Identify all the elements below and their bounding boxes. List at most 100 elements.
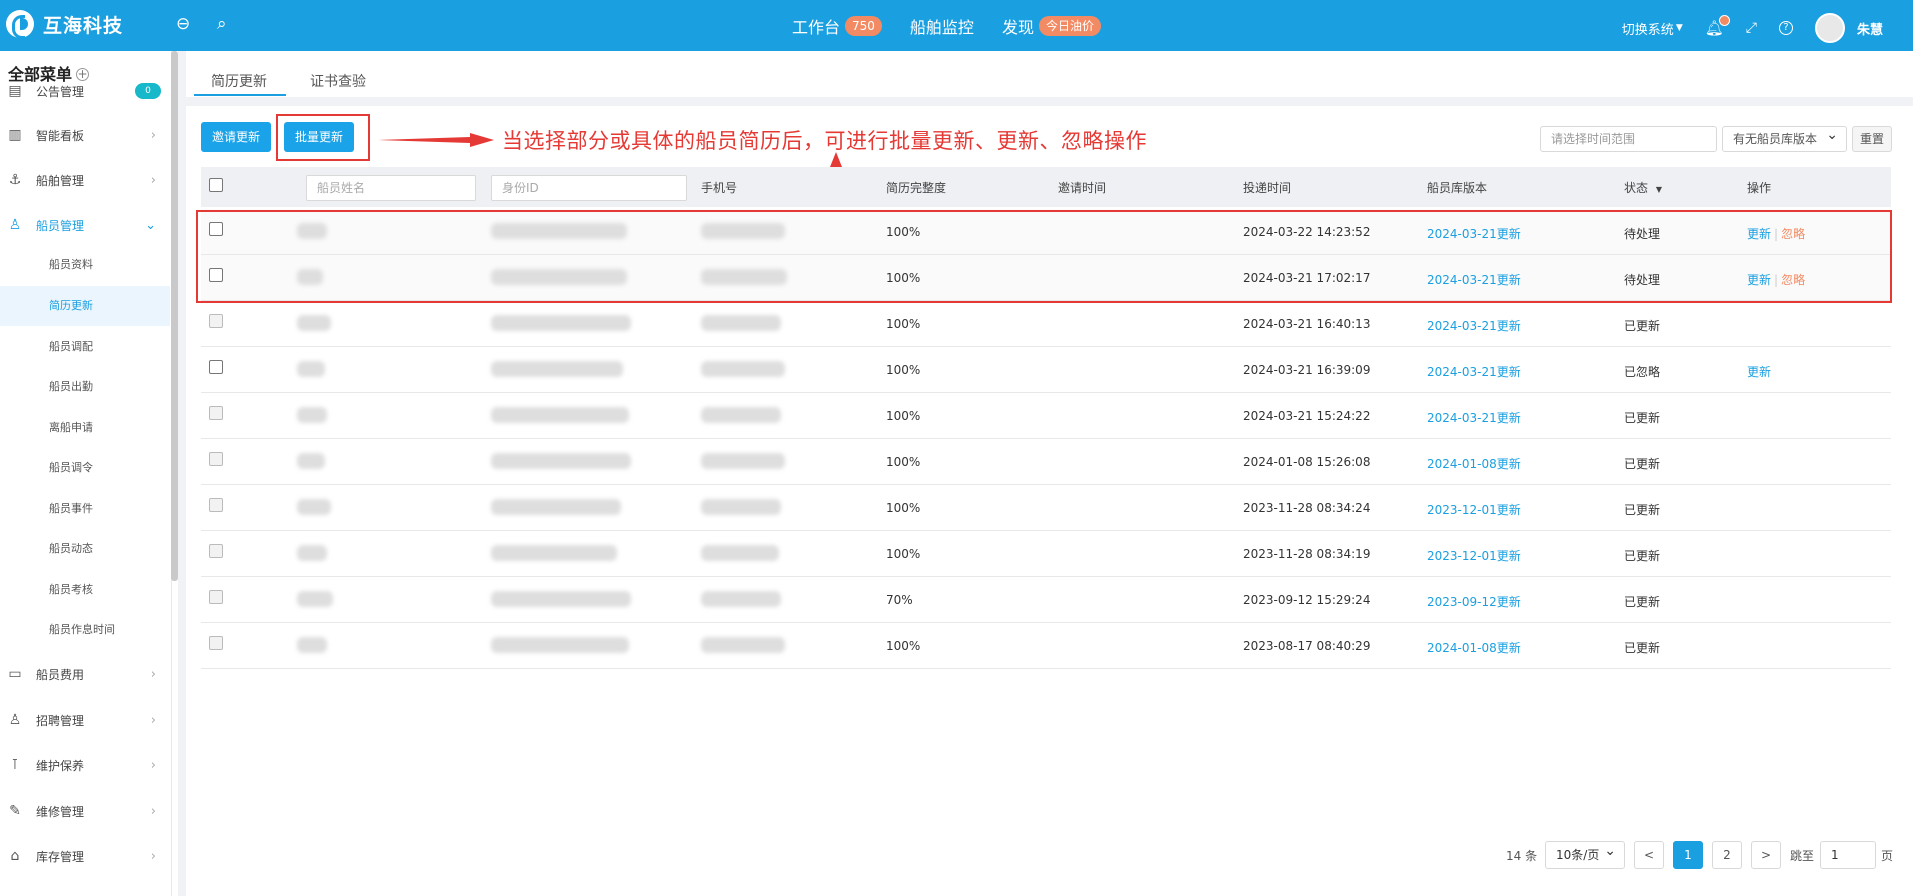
next-page-button[interactable]: > bbox=[1751, 841, 1781, 869]
version-cell[interactable]: 2024-03-21更新 bbox=[1427, 317, 1521, 334]
version-cell[interactable]: 2024-03-21更新 bbox=[1427, 363, 1521, 380]
sidebar-sub-crew-event[interactable]: 船员事件 bbox=[0, 489, 170, 529]
header-version: 船员库版本 bbox=[1427, 181, 1488, 195]
completeness-cell: 100% bbox=[886, 501, 921, 515]
announcement-count-badge: 0 bbox=[135, 83, 161, 99]
version-update-link[interactable]: 更新 bbox=[1497, 365, 1521, 379]
chevron-right-icon: › bbox=[150, 172, 156, 188]
row-checkbox[interactable] bbox=[209, 498, 223, 512]
version-update-link[interactable]: 更新 bbox=[1497, 411, 1521, 425]
version-update-link[interactable]: 更新 bbox=[1497, 319, 1521, 333]
row-checkbox[interactable] bbox=[209, 360, 223, 374]
sidebar-scrollbar[interactable] bbox=[171, 51, 178, 581]
phone-redacted bbox=[701, 637, 785, 653]
row-checkbox[interactable] bbox=[209, 544, 223, 558]
id-filter-input[interactable]: 身份ID bbox=[491, 175, 687, 201]
table-row[interactable]: 100% 2023-08-17 08:40:29 2024-01-08更新 已更新 bbox=[201, 623, 1891, 669]
version-cell[interactable]: 2024-01-08更新 bbox=[1427, 639, 1521, 656]
invite-update-button[interactable]: 邀请更新 bbox=[201, 122, 272, 152]
sidebar-sub-crew-schedule[interactable]: 船员作息时间 bbox=[0, 610, 170, 650]
completeness-cell: 100% bbox=[886, 547, 921, 561]
sidebar-item-dashboard[interactable]: ▥ 智能看板 › bbox=[0, 115, 170, 155]
sidebar-item-inventory[interactable]: ⌂ 库存管理 › bbox=[0, 836, 170, 876]
prev-page-button[interactable]: < bbox=[1634, 841, 1664, 869]
version-cell[interactable]: 2023-12-01更新 bbox=[1427, 501, 1521, 518]
name-filter-input[interactable]: 船员姓名 bbox=[306, 175, 476, 201]
sidebar-sub-crew-activity[interactable]: 船员动态 bbox=[0, 529, 170, 569]
table-row[interactable]: 70% 2023-09-12 15:29:24 2023-09-12更新 已更新 bbox=[201, 577, 1891, 623]
update-action-link[interactable]: 更新 bbox=[1747, 365, 1771, 379]
table-row[interactable]: 100% 2024-03-21 16:40:13 2024-03-21更新 已更新 bbox=[201, 301, 1891, 347]
switch-system-dropdown[interactable]: 切换系统 ▼ bbox=[1622, 19, 1683, 38]
sidebar-item-label: 维护保养 bbox=[36, 758, 85, 773]
reset-button[interactable]: 重置 bbox=[1852, 126, 1892, 152]
version-cell[interactable]: 2023-12-01更新 bbox=[1427, 547, 1521, 564]
help-icon[interactable]: ? bbox=[1778, 21, 1793, 35]
row-checkbox[interactable] bbox=[209, 590, 223, 604]
status-cell: 已更新 bbox=[1624, 411, 1661, 425]
date-range-input[interactable]: 请选择时间范围 bbox=[1540, 126, 1717, 152]
table-row[interactable]: 100% 2024-03-21 16:39:09 2024-03-21更新 已忽略 更新 bbox=[201, 347, 1891, 393]
sidebar-item-announcement[interactable]: ▤ 公告管理 0 bbox=[0, 71, 170, 111]
version-date: 2024-01-08 bbox=[1427, 641, 1497, 655]
sidebar-sub-crew-dispatch[interactable]: 船员调配 bbox=[0, 327, 170, 367]
version-select[interactable]: 有无船员库版本 bbox=[1722, 123, 1847, 152]
back-circle-icon[interactable]: ⊖ bbox=[176, 14, 190, 34]
table-row[interactable]: 100% 2024-03-21 15:24:22 2024-03-21更新 已更新 bbox=[201, 393, 1891, 439]
sidebar-item-repair[interactable]: ✎ 维修管理 › bbox=[0, 791, 170, 831]
sidebar-item-label: 维修管理 bbox=[36, 804, 85, 819]
version-update-link[interactable]: 更新 bbox=[1497, 595, 1521, 609]
oil-price-badge[interactable]: 今日油价 bbox=[1038, 16, 1101, 36]
sidebar-sub-leave-request[interactable]: 离船申请 bbox=[0, 408, 170, 448]
row-checkbox[interactable] bbox=[209, 452, 223, 466]
batch-update-button[interactable]: 批量更新 bbox=[284, 122, 355, 152]
row-checkbox[interactable] bbox=[209, 406, 223, 420]
user-menu[interactable]: 朱慧 bbox=[1814, 13, 1883, 43]
nav-ship-monitor[interactable]: 船舶监控 bbox=[910, 14, 974, 38]
nav-workbench[interactable]: 工作台 750 bbox=[792, 14, 882, 38]
version-update-link[interactable]: 更新 bbox=[1497, 549, 1521, 563]
top-right-actions: 切换系统 ▼ 🔔︎ ⤢ ? 朱慧 bbox=[1600, 13, 1883, 43]
version-update-link[interactable]: 更新 bbox=[1497, 503, 1521, 517]
version-cell[interactable]: 2024-01-08更新 bbox=[1427, 455, 1521, 472]
id-redacted bbox=[491, 545, 617, 561]
submit-time-cell: 2023-11-28 08:34:24 bbox=[1243, 501, 1371, 515]
table-row[interactable]: 100% 2023-11-28 08:34:19 2023-12-01更新 已更新 bbox=[201, 531, 1891, 577]
sidebar-sub-crew-order[interactable]: 船员调令 bbox=[0, 448, 170, 488]
version-update-link[interactable]: 更新 bbox=[1497, 641, 1521, 655]
tab-certificate-check[interactable]: 证书查验 bbox=[310, 71, 366, 91]
sidebar-item-maintenance[interactable]: ⊺ 维护保养 › bbox=[0, 745, 170, 785]
version-date: 2023-12-01 bbox=[1427, 549, 1497, 563]
jump-page-input[interactable]: 1 bbox=[1820, 841, 1876, 869]
fullscreen-icon[interactable]: ⤢ bbox=[1746, 20, 1757, 36]
sidebar-item-crew-expense[interactable]: ▭ 船员费用 › bbox=[0, 654, 170, 694]
sidebar-sub-crew-attendance[interactable]: 船员出勤 bbox=[0, 367, 170, 407]
search-icon[interactable]: ⌕ bbox=[217, 14, 227, 34]
page-1-button[interactable]: 1 bbox=[1673, 841, 1703, 869]
header-status[interactable]: 状态 ▼ bbox=[1624, 179, 1662, 196]
sidebar-sub-crew-profile[interactable]: 船员资料 bbox=[0, 245, 170, 285]
chevron-right-icon: › bbox=[150, 803, 156, 819]
sidebar-item-ship[interactable]: ⚓︎ 船舶管理 › bbox=[0, 160, 170, 200]
bell-icon[interactable]: 🔔︎ bbox=[1705, 15, 1730, 37]
sidebar-sub-resume-update[interactable]: 简历更新 bbox=[0, 286, 170, 326]
annotation-text: 当选择部分或具体的船员简历后，可进行批量更新、更新、忽略操作 bbox=[502, 129, 1147, 153]
table-row[interactable]: 100% 2024-01-08 15:26:08 2024-01-08更新 已更新 bbox=[201, 439, 1891, 485]
nav-discover[interactable]: 发现 今日油价 bbox=[1002, 14, 1101, 38]
table-row[interactable]: 100% 2023-11-28 08:34:24 2023-12-01更新 已更新 bbox=[201, 485, 1891, 531]
select-all-checkbox[interactable] bbox=[209, 178, 223, 192]
sidebar-sub-crew-assessment[interactable]: 船员考核 bbox=[0, 570, 170, 610]
version-update-link[interactable]: 更新 bbox=[1497, 457, 1521, 471]
row-checkbox[interactable] bbox=[209, 314, 223, 328]
row-checkbox[interactable] bbox=[209, 636, 223, 650]
tab-resume-update[interactable]: 简历更新 bbox=[211, 71, 267, 91]
version-cell[interactable]: 2024-03-21更新 bbox=[1427, 409, 1521, 426]
user-icon: ♙ bbox=[8, 217, 22, 233]
phone-redacted bbox=[701, 499, 781, 515]
app-logo[interactable]: 互海科技 bbox=[6, 10, 123, 39]
page-size-select[interactable]: 10条/页 bbox=[1545, 838, 1625, 869]
sidebar-item-crew[interactable]: ♙ 船员管理 ⌄ bbox=[0, 205, 170, 245]
version-cell[interactable]: 2023-09-12更新 bbox=[1427, 593, 1521, 610]
page-2-button[interactable]: 2 bbox=[1712, 841, 1742, 869]
sidebar-item-recruit[interactable]: ♙ 招聘管理 › bbox=[0, 700, 170, 740]
